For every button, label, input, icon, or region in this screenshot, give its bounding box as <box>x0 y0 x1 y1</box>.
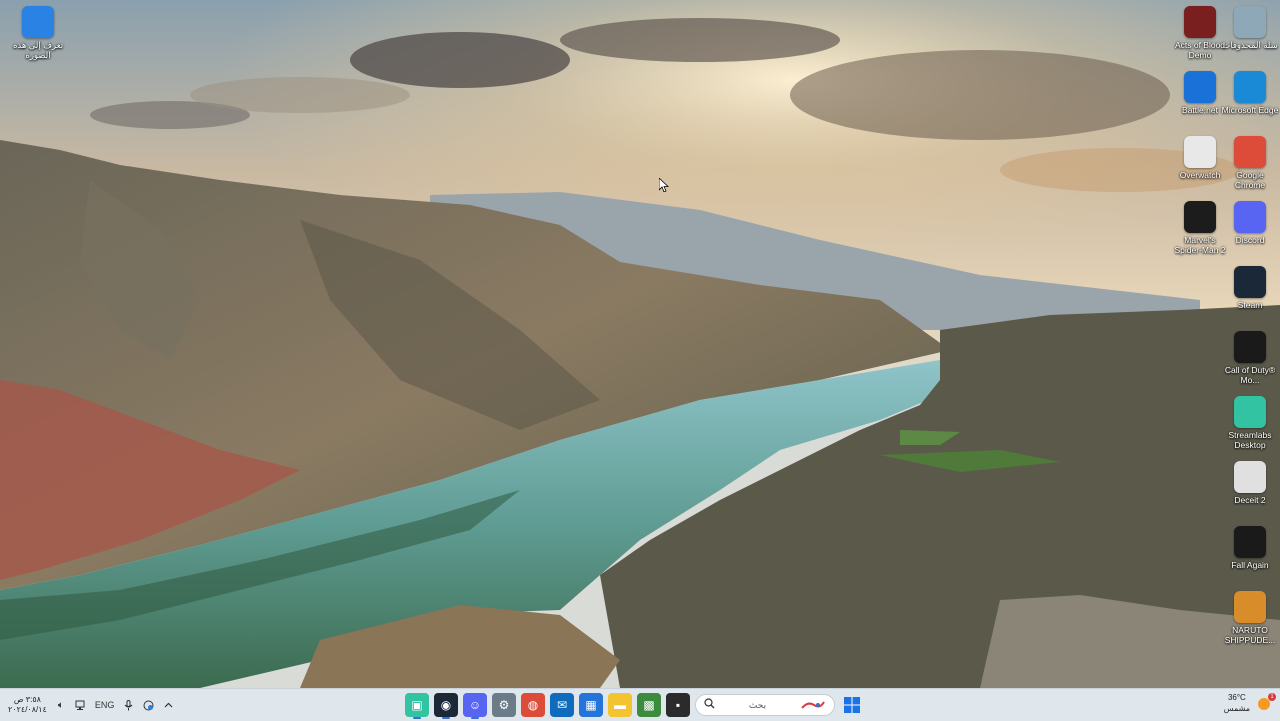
chevron-up-icon[interactable] <box>162 699 174 711</box>
recycle-bin-icon <box>1234 6 1266 38</box>
naruto-icon <box>1234 591 1266 623</box>
spiderman-icon <box>1184 201 1216 233</box>
acts-of-blood-icon <box>1184 6 1216 38</box>
terminal-icon: ▪ <box>675 698 681 712</box>
start-button[interactable] <box>840 693 864 717</box>
mouse-cursor-icon <box>659 178 669 192</box>
shortcut-label: Acts of Blood Demo <box>1174 40 1226 60</box>
language-indicator[interactable]: ENG <box>95 700 115 710</box>
taskbar-store[interactable]: ▦ <box>579 693 603 717</box>
taskbar-streamlabs[interactable]: ▣ <box>405 693 429 719</box>
fall-again-icon <box>1234 526 1266 558</box>
desktop-shortcut[interactable]: Fall Again <box>1221 526 1279 570</box>
taskbar-xbox-app[interactable]: ▩ <box>637 693 661 717</box>
edge-icon <box>1234 71 1266 103</box>
weather-widget[interactable]: 36°C مشمس <box>1224 692 1250 714</box>
search-box[interactable]: بحث <box>695 694 835 716</box>
desktop-shortcut[interactable]: Deceit 2 <box>1221 461 1279 505</box>
outlook-icon: ✉ <box>556 698 568 712</box>
search-icon <box>704 698 715 712</box>
desktop-shortcut[interactable]: Streamlabs Desktop <box>1221 396 1279 450</box>
discord-icon: ☺ <box>468 698 482 712</box>
shortcut-label: Overwatch <box>1179 170 1221 180</box>
taskbar-outlook[interactable]: ✉ <box>550 693 574 717</box>
desktop-shortcut[interactable]: Discord <box>1221 201 1279 245</box>
streamlabs-icon: ▣ <box>411 698 423 712</box>
folder-icon: ▬ <box>614 698 626 712</box>
gear-icon: ⚙ <box>498 698 510 712</box>
shortcut-label: NARUTO SHIPPUDE... <box>1224 625 1276 645</box>
battlenet-icon <box>1184 71 1216 103</box>
taskbar-settings[interactable]: ⚙ <box>492 693 516 717</box>
desktop-shortcut[interactable]: Marvel's Spider-Man 2 <box>1171 201 1229 255</box>
streamlabs-icon <box>1234 396 1266 428</box>
overwatch-icon <box>1184 136 1216 168</box>
taskbar-discord[interactable]: ☺ <box>463 693 487 719</box>
taskbar: ٣:٥٨ ص ٢٠٢٤/٠٨/١٤ 🔈︎ ENG ▣ ◉ ☺ ⚙ ◍ ✉ ▦ ▬ ▩ ▪ بحث <box>0 688 1280 721</box>
discord-icon <box>1234 201 1266 233</box>
weather-desc: مشمس <box>1223 704 1250 713</box>
security-icon[interactable] <box>142 699 154 711</box>
taskbar-steam[interactable]: ◉ <box>434 693 458 719</box>
shortcut-label: Battle.net <box>1182 105 1218 115</box>
taskbar-chrome[interactable]: ◍ <box>521 693 545 717</box>
desktop-shortcut[interactable]: Acts of Blood Demo <box>1171 6 1229 60</box>
store-icon: ▦ <box>585 698 597 712</box>
search-highlight-icon <box>801 701 825 709</box>
weather-temp: 36°C <box>1227 693 1246 702</box>
microphone-icon[interactable] <box>122 699 134 711</box>
chrome-icon <box>1234 136 1266 168</box>
desktop-shortcut[interactable]: Overwatch <box>1171 136 1229 180</box>
desktop-shortcut[interactable]: تعرف إلى هذه الصورة <box>9 6 67 60</box>
shortcut-label: Microsoft Edge <box>1221 105 1279 115</box>
steam-icon: ◉ <box>440 698 452 712</box>
info-icon <box>22 6 54 38</box>
desktop-shortcut[interactable]: Call of Duty® Mo... <box>1221 331 1279 385</box>
network-icon[interactable] <box>75 699 87 711</box>
taskbar-center: ▣ ◉ ☺ ⚙ ◍ ✉ ▦ ▬ ▩ ▪ بحث <box>405 692 864 719</box>
shortcut-label: تعرف إلى هذه الصورة <box>12 40 64 60</box>
shortcut-label: Streamlabs Desktop <box>1228 430 1272 450</box>
clock-date: ٢٠٢٤/٠٨/١٤ <box>8 705 47 714</box>
desktop-shortcut[interactable]: NARUTO SHIPPUDE... <box>1221 591 1279 645</box>
shortcut-label: Deceit 2 <box>1234 495 1266 505</box>
shortcut-label: Discord <box>1235 235 1265 245</box>
desktop-shortcut[interactable]: Steam <box>1221 266 1279 310</box>
chrome-icon: ◍ <box>527 698 539 712</box>
desktop-wallpaper <box>0 0 1280 688</box>
deceit-icon <box>1234 461 1266 493</box>
desktop-shortcut[interactable]: Microsoft Edge <box>1221 71 1279 115</box>
taskbar-file-explorer[interactable]: ▬ <box>608 693 632 717</box>
shortcut-label: Call of Duty® Mo... <box>1224 365 1276 385</box>
shortcut-label: Steam <box>1237 300 1263 310</box>
desktop-shortcut[interactable]: سلة المحذوفات <box>1221 6 1279 50</box>
shortcut-label: Google Chrome <box>1234 170 1266 190</box>
taskbar-terminal[interactable]: ▪ <box>666 693 690 717</box>
steam-icon <box>1234 266 1266 298</box>
search-placeholder: بحث <box>748 699 767 710</box>
shortcut-label: Fall Again <box>1231 560 1269 570</box>
xbox-icon: ▩ <box>643 698 655 712</box>
windows-logo-icon <box>844 697 860 713</box>
desktop-shortcut[interactable]: Battle.net <box>1171 71 1229 115</box>
system-tray: ٣:٥٨ ص ٢٠٢٤/٠٨/١٤ 🔈︎ ENG <box>8 689 174 721</box>
volume-icon[interactable]: 🔈︎ <box>55 699 67 711</box>
shortcut-label: سلة المحذوفات <box>1222 40 1278 50</box>
shortcut-label: Marvel's Spider-Man 2 <box>1174 235 1226 255</box>
notification-badge[interactable]: 1 <box>1268 693 1276 701</box>
taskbar-clock[interactable]: ٣:٥٨ ص ٢٠٢٤/٠٨/١٤ <box>8 695 47 715</box>
clock-time: ٣:٥٨ ص <box>13 695 41 704</box>
desktop-shortcut[interactable]: Google Chrome <box>1221 136 1279 190</box>
call-of-duty-icon <box>1234 331 1266 363</box>
